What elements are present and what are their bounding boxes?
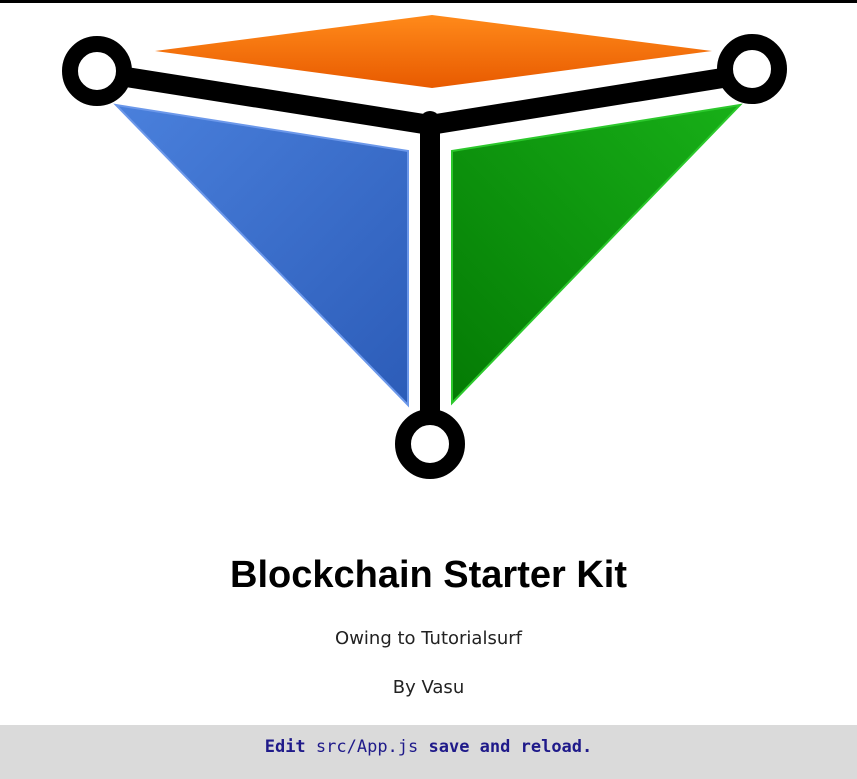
footer-prefix: Edit xyxy=(264,737,316,757)
footer-bar: Edit src/App.js save and reload. xyxy=(0,725,857,779)
logo-node-bottom xyxy=(395,409,465,479)
logo-right-facet xyxy=(451,103,743,406)
footer-suffix: save and reload. xyxy=(418,737,593,757)
blockchain-logo-icon xyxy=(62,15,787,479)
subtitle-credit: Owing to Tutorialsurf xyxy=(335,628,522,649)
footer-code-path: src/App.js xyxy=(315,737,419,757)
subtitle-author: By Vasu xyxy=(392,677,465,698)
app-page: Blockchain Starter Kit Owing to Tutorial… xyxy=(0,0,857,779)
logo-node-left xyxy=(62,36,132,106)
logo-top-facet xyxy=(155,15,712,88)
logo-left-facet xyxy=(113,103,409,408)
logo-node-right xyxy=(717,34,787,104)
page-title: Blockchain Starter Kit xyxy=(230,554,627,596)
